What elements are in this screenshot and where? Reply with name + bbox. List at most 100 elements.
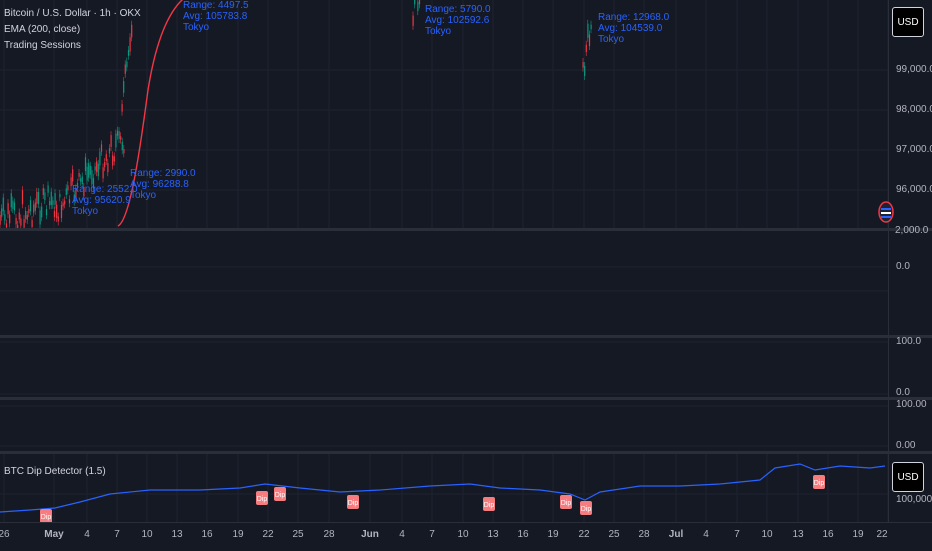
pane4-tick: 100.00 xyxy=(896,399,927,410)
candle-body xyxy=(72,169,74,182)
dip-line xyxy=(0,463,886,513)
main-chart-area[interactable]: Bitcoin / U.S. Dollar · 1h · OKX EMA (20… xyxy=(0,0,888,228)
candle-body xyxy=(49,201,51,206)
candle-body xyxy=(26,215,28,220)
candle-body xyxy=(112,155,114,166)
time-axis-label: 13 xyxy=(792,529,804,540)
candle-body xyxy=(54,193,56,205)
time-axis-label: 28 xyxy=(323,529,335,540)
candle-body xyxy=(104,162,106,168)
dip-signal-marker: Dip xyxy=(483,497,495,511)
price-marker-icon[interactable] xyxy=(876,200,896,224)
time-axis-label: 22 xyxy=(876,529,888,540)
candle-body xyxy=(0,214,1,225)
candle-body xyxy=(102,167,104,179)
candle-body xyxy=(110,135,112,147)
dip-signal-marker: Dip xyxy=(813,475,825,489)
dip-signal-label: Dip xyxy=(257,496,268,503)
candle-body xyxy=(21,190,24,205)
candle-body xyxy=(582,62,584,68)
candle-body xyxy=(97,163,99,177)
candle-body xyxy=(12,200,14,209)
dip-tick: 100,000.0 xyxy=(896,494,932,505)
main-price-pane[interactable]: Bitcoin / U.S. Dollar · 1h · OKX EMA (20… xyxy=(0,0,932,228)
candle-body xyxy=(80,178,82,182)
time-axis-label: 4 xyxy=(84,529,90,540)
dip-signal-marker: Dip xyxy=(256,491,268,505)
time-axis-label: 7 xyxy=(429,529,435,540)
dip-detector-pane[interactable]: Dip Dip Dip Dip Dip Dip Dip Dip BTC Dip Detecto… xyxy=(0,454,932,522)
candle-body xyxy=(64,200,66,205)
dip-signal-marker: Dip xyxy=(560,495,572,509)
pane2-chart-area[interactable] xyxy=(0,231,888,335)
pane2-grid xyxy=(0,266,888,292)
candle-body xyxy=(2,197,4,212)
pane4-tick: 0.00 xyxy=(896,440,916,451)
candle-body xyxy=(60,204,63,219)
candle-body xyxy=(1,208,3,217)
pane4-chart-area[interactable] xyxy=(0,400,888,451)
dip-chart-area[interactable]: Dip Dip Dip Dip Dip Dip Dip Dip BTC Dip Detecto… xyxy=(0,454,888,522)
time-axis-label: 19 xyxy=(232,529,244,540)
candle-body xyxy=(417,1,419,12)
dip-signal-label: Dip xyxy=(41,514,52,521)
session-label-c: Range: 4497.5 Avg: 105783.8 Tokyo xyxy=(183,0,249,33)
candle-body xyxy=(412,15,414,26)
time-axis-label: 22 xyxy=(578,529,590,540)
dip-chart-svg[interactable]: Dip Dip Dip Dip Dip Dip Dip Dip xyxy=(0,454,888,522)
time-axis-label: 4 xyxy=(399,529,405,540)
candle-body xyxy=(53,210,56,218)
indicator-pane-4[interactable]: 100.00 0.00 xyxy=(0,399,932,451)
candle-body xyxy=(590,24,592,30)
candle-body xyxy=(68,199,71,204)
time-axis-label: 19 xyxy=(547,529,559,540)
candle-body xyxy=(84,157,87,172)
dip-signal-marker: Dip xyxy=(40,509,52,522)
pane3-scale[interactable]: 100.0 0.0 xyxy=(888,336,932,398)
candle-body xyxy=(585,44,587,52)
symbol-title[interactable]: Bitcoin / U.S. Dollar · 1h · OKX xyxy=(4,6,141,22)
time-axis[interactable]: 26 May 4 7 10 13 16 19 22 25 28 Jun 4 7 10 13 16 19 22 25 28… xyxy=(0,522,932,551)
dip-signal-marker: Dip xyxy=(347,495,359,509)
session-label-e: Range: 12968.0 Avg: 104539.0 Tokyo xyxy=(598,12,670,45)
candle-body xyxy=(65,188,67,195)
dip-signal-marker: Dip xyxy=(274,487,286,501)
candle-body xyxy=(588,34,591,47)
time-axis-label: 25 xyxy=(608,529,620,540)
sessions-indicator-label[interactable]: Trading Sessions xyxy=(4,38,141,54)
candle-body xyxy=(124,64,126,74)
candle-body xyxy=(31,220,33,228)
candle-body xyxy=(120,136,122,140)
pane3-chart-area[interactable] xyxy=(0,338,888,397)
dip-signal-label: Dip xyxy=(581,506,592,513)
candle-body xyxy=(62,202,64,207)
candle-body xyxy=(105,154,107,161)
indicator-pane-3[interactable]: 100.0 0.0 xyxy=(0,336,932,398)
indicator-pane-2[interactable]: 0.0 xyxy=(0,231,932,335)
candle-body xyxy=(57,216,59,222)
candle-body xyxy=(126,61,128,68)
dip-signal-marker: Dip xyxy=(580,501,592,515)
dip-currency-button[interactable]: USD xyxy=(892,462,924,492)
dip-signal-label: Dip xyxy=(348,500,359,507)
candle-body xyxy=(94,166,96,171)
pane2-scale[interactable]: 0.0 xyxy=(888,231,932,335)
time-axis-label: 7 xyxy=(114,529,120,540)
time-axis-label: 10 xyxy=(457,529,469,540)
price-tick: 97,000.0 xyxy=(896,144,932,155)
candle-body xyxy=(96,161,98,173)
candle-body xyxy=(47,185,49,193)
pane4-scale[interactable]: 100.00 0.00 xyxy=(888,399,932,451)
dip-legend[interactable]: BTC Dip Detector (1.5) xyxy=(4,464,106,480)
candle-body xyxy=(36,191,38,204)
ema-indicator-label[interactable]: EMA (200, close) xyxy=(4,22,141,38)
candle-body xyxy=(89,165,91,175)
time-axis-label: 13 xyxy=(487,529,499,540)
time-axis-label: 13 xyxy=(171,529,183,540)
candle-body xyxy=(91,170,93,185)
time-axis-label: 25 xyxy=(292,529,304,540)
candle-body xyxy=(52,200,54,205)
candle-body xyxy=(15,217,17,225)
currency-button[interactable]: USD xyxy=(892,7,924,37)
dip-signal-label: Dip xyxy=(814,480,825,487)
